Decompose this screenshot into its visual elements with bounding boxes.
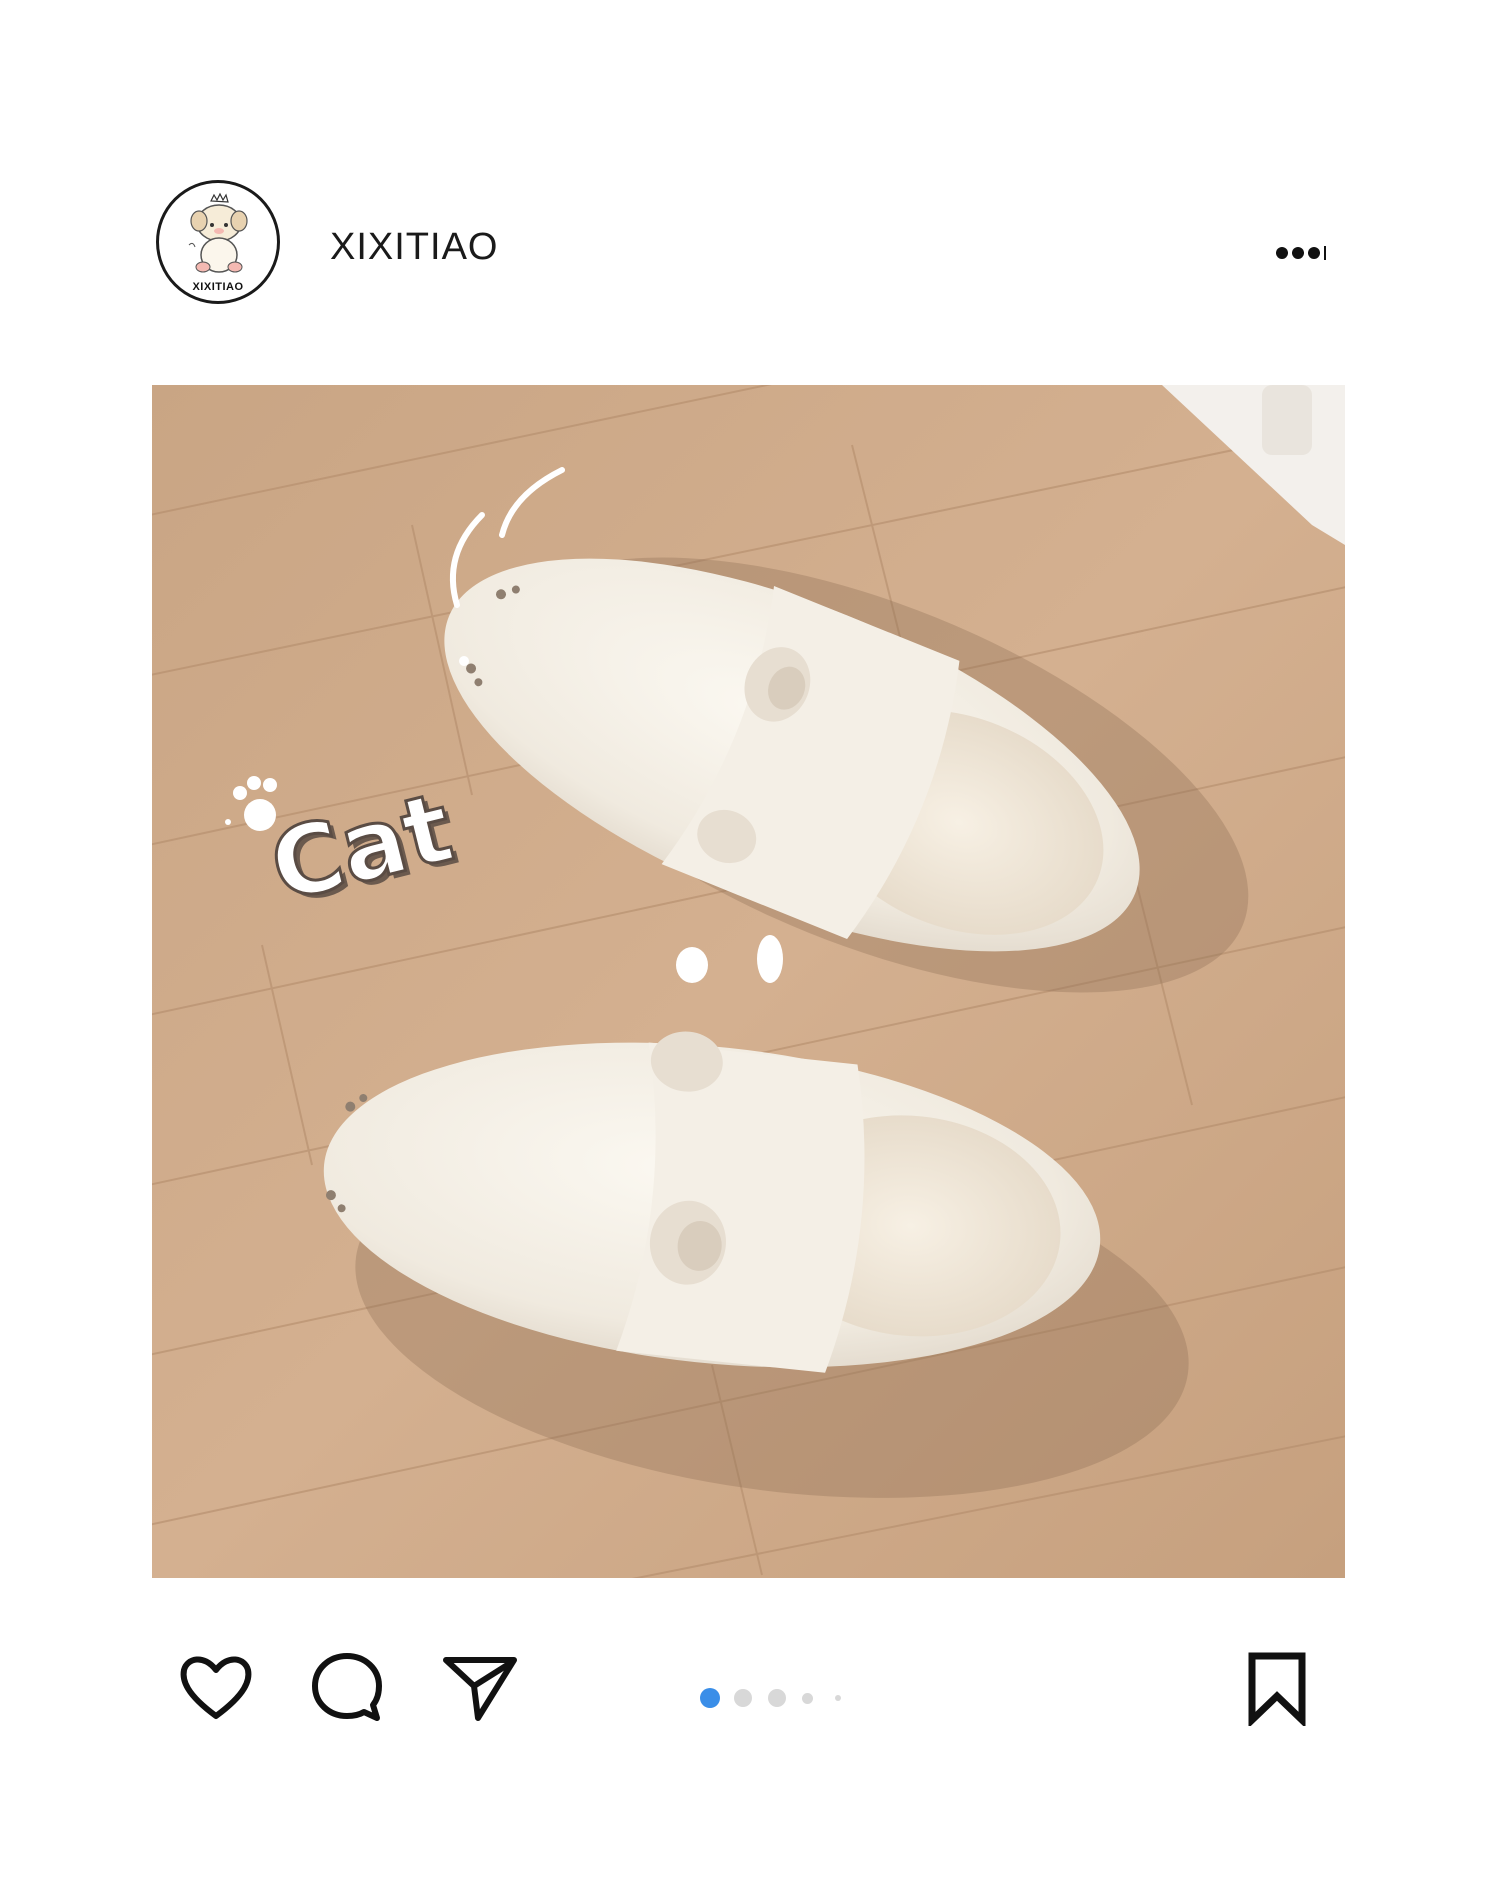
carousel-dot-3[interactable] — [768, 1689, 786, 1707]
more-options-icon[interactable] — [1270, 238, 1330, 268]
carousel-dot-4[interactable] — [802, 1693, 813, 1704]
slippers-photo — [152, 385, 1345, 1578]
username[interactable]: XIXITIAO — [330, 226, 498, 269]
avatar-text: XIXITIAO — [192, 281, 244, 293]
avatar[interactable]: XIXITIAO — [156, 180, 280, 304]
heart-icon[interactable] — [176, 1650, 256, 1727]
post-photo[interactable]: Cat — [152, 385, 1345, 1578]
post-header: XIXITIAO XIXITIAO — [0, 0, 1500, 380]
carousel-dot-2[interactable] — [734, 1689, 752, 1707]
bookmark-icon[interactable] — [1242, 1650, 1312, 1731]
send-icon[interactable] — [440, 1650, 520, 1731]
carousel-dot-5[interactable] — [835, 1695, 841, 1701]
carousel-dot-1[interactable] — [700, 1688, 720, 1708]
comment-bubble-icon[interactable] — [309, 1650, 385, 1731]
